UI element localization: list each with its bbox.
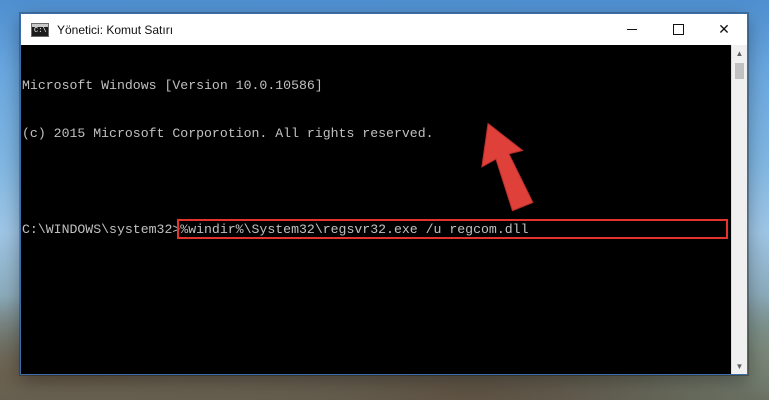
minimize-icon	[627, 29, 637, 30]
scroll-up-icon[interactable]: ▲	[732, 45, 747, 61]
red-arrow-icon	[481, 122, 534, 212]
console-area[interactable]: Microsoft Windows [Version 10.0.10586] (…	[21, 45, 731, 374]
title-bar[interactable]: C:\ Yönetici: Komut Satırı ✕	[21, 14, 747, 45]
scroll-down-icon[interactable]: ▼	[732, 358, 747, 374]
console-prompt: C:\WINDOWS\system32>	[22, 222, 181, 237]
vertical-scrollbar[interactable]: ▲ ▼	[731, 45, 747, 374]
command-line[interactable]: C:\WINDOWS\system32> %windir%\System32\re…	[22, 219, 731, 239]
window-controls: ✕	[609, 14, 747, 45]
window-title: Yönetici: Komut Satırı	[57, 22, 174, 37]
command-prompt-window: C:\ Yönetici: Komut Satırı ✕ Microsoft W…	[20, 13, 748, 375]
console-line-copyright: (c) 2015 Microsoft Corporotion. All righ…	[22, 126, 434, 141]
console-line-version: Microsoft Windows [Version 10.0.10586]	[22, 78, 323, 93]
maximize-icon	[672, 24, 684, 35]
close-button[interactable]: ✕	[701, 14, 747, 45]
command-highlight-box	[177, 219, 728, 239]
close-icon: ✕	[718, 21, 730, 37]
cmd-app-icon: C:\	[31, 22, 49, 37]
maximize-button[interactable]	[655, 14, 701, 45]
minimize-button[interactable]	[609, 14, 655, 45]
console-output: Microsoft Windows [Version 10.0.10586] (…	[21, 45, 731, 270]
scrollbar-thumb[interactable]	[735, 63, 744, 79]
